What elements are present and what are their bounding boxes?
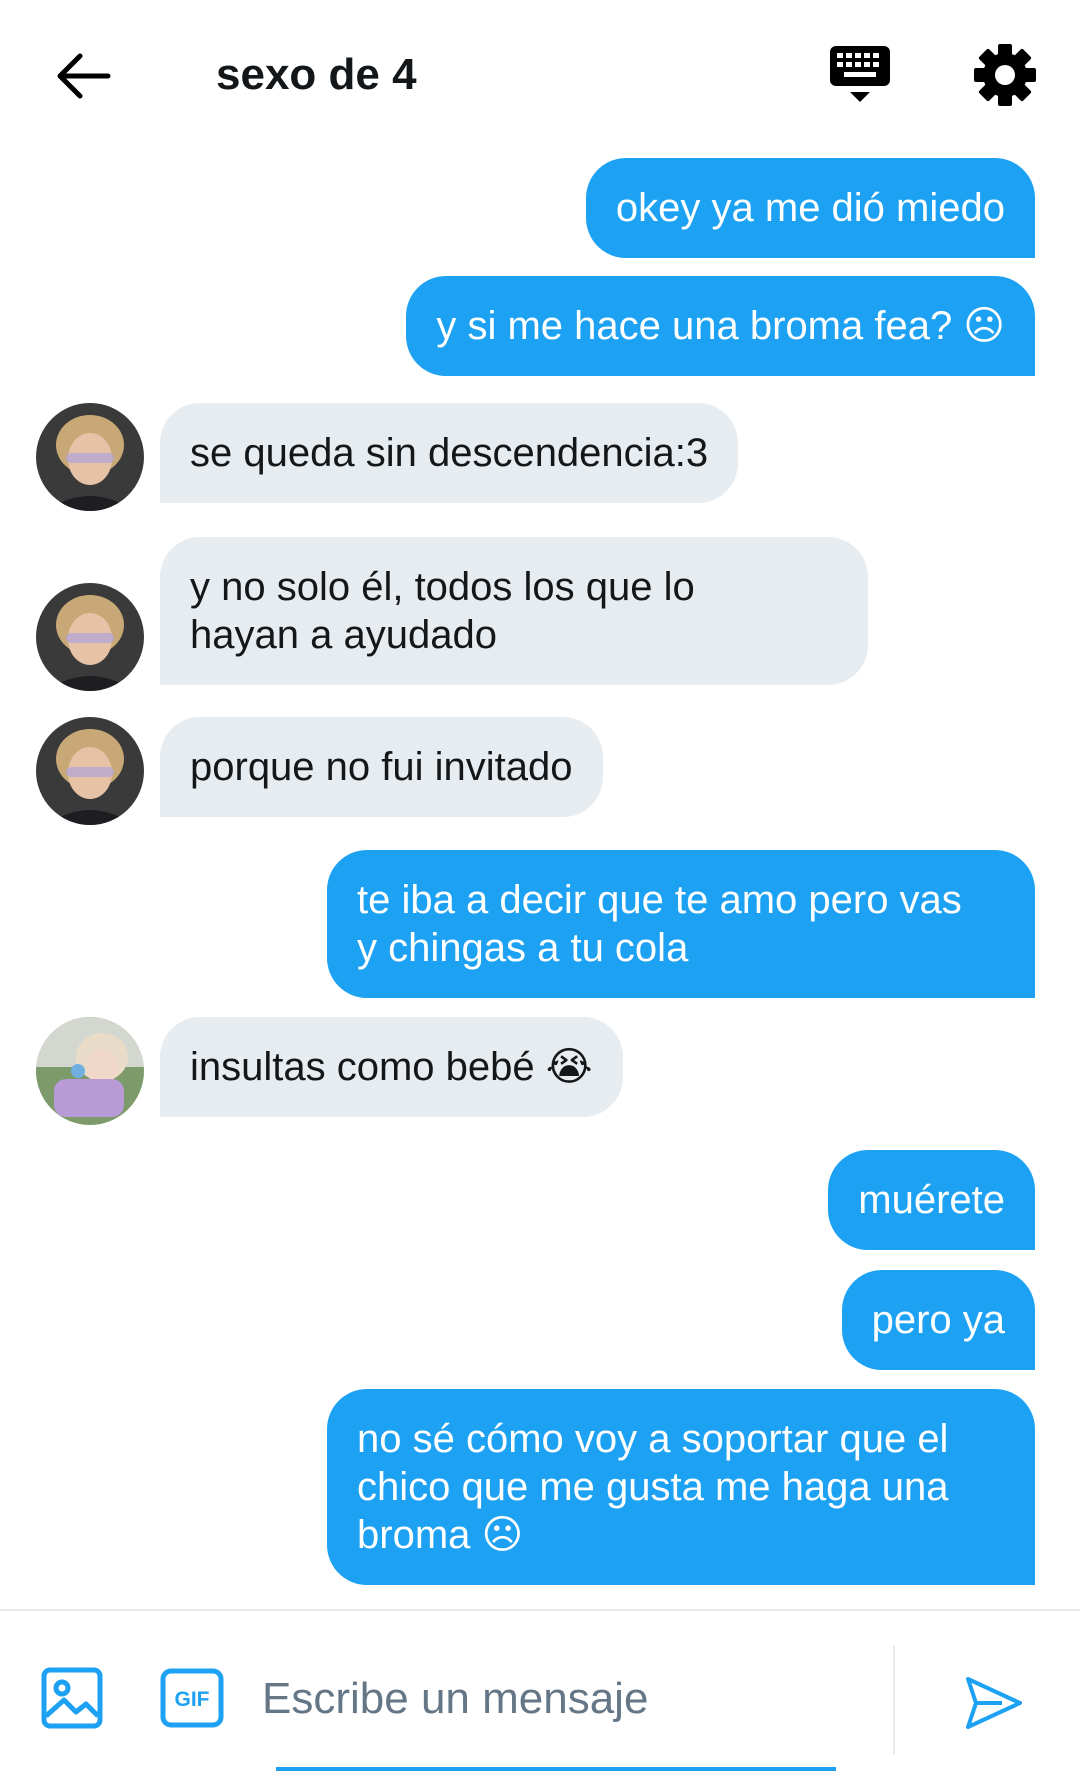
image-icon: [41, 1667, 103, 1729]
back-button[interactable]: [52, 45, 114, 107]
message-bubble-outgoing[interactable]: okey ya me dió miedo: [585, 158, 1035, 258]
message-input[interactable]: [260, 1653, 884, 1745]
message-bubble-incoming[interactable]: y no solo él, todos los que lo hayan a a…: [160, 537, 868, 685]
message-bubble-incoming[interactable]: porque no fui invitado: [160, 717, 603, 817]
gif-button[interactable]: GIF: [160, 1668, 224, 1728]
gif-label: GIF: [175, 1688, 210, 1711]
add-photo-button[interactable]: [40, 1666, 104, 1730]
keyboard-icon: [830, 46, 890, 102]
input-focus-underline: [276, 1767, 836, 1771]
gear-icon: [974, 44, 1036, 106]
message-bubble-outgoing[interactable]: te iba a decir que te amo pero vas y chi…: [327, 850, 1035, 998]
settings-button[interactable]: [972, 42, 1038, 108]
avatar[interactable]: [36, 583, 144, 691]
message-bubble-outgoing[interactable]: y si me hace una broma fea? ☹: [406, 276, 1035, 376]
avatar[interactable]: [36, 1017, 144, 1125]
message-bubble-outgoing[interactable]: pero ya: [841, 1270, 1035, 1370]
conversation-title: sexo de 4: [216, 50, 417, 99]
composer-divider: [893, 1645, 895, 1755]
avatar[interactable]: [36, 717, 144, 825]
message-composer: GIF: [0, 1609, 1080, 1771]
message-bubble-outgoing[interactable]: muérete: [828, 1150, 1035, 1250]
message-bubble-outgoing[interactable]: no sé cómo voy a soportar que el chico q…: [327, 1389, 1035, 1585]
send-button[interactable]: [962, 1671, 1026, 1735]
send-icon: [966, 1677, 1022, 1729]
conversation-header: sexo de 4: [0, 0, 1080, 150]
message-bubble-incoming[interactable]: insultas como bebé 😭: [160, 1017, 623, 1117]
keyboard-button[interactable]: [828, 44, 892, 110]
arrow-left-icon: [57, 53, 111, 99]
avatar[interactable]: [36, 403, 144, 511]
message-bubble-incoming[interactable]: se queda sin descendencia:3: [160, 403, 739, 503]
gif-icon: GIF: [160, 1668, 224, 1728]
